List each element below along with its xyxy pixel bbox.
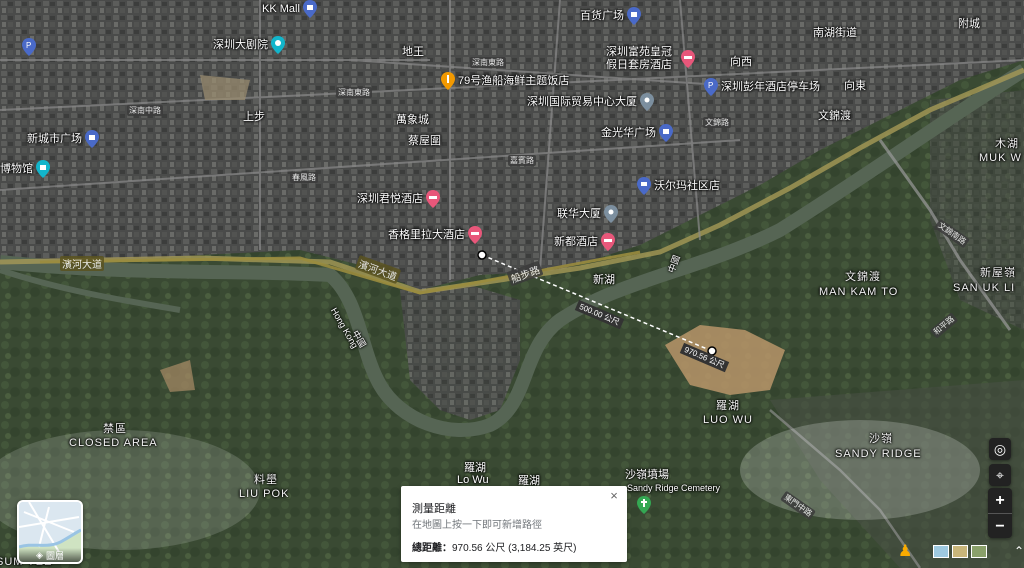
close-icon[interactable]: × <box>607 489 621 503</box>
poi-parking-left[interactable]: P <box>22 38 36 56</box>
place-label: LUO WU <box>703 414 753 426</box>
road-label: 深南東路 <box>336 87 372 98</box>
poi-jinguanghua[interactable]: 金光华广场 <box>601 124 673 142</box>
road-label: 濱河大道 <box>60 256 104 271</box>
zoom-in-button[interactable]: + <box>988 488 1012 513</box>
measure-title: 測量距離 <box>412 503 456 515</box>
measure-distance-panel: 測量距離 在地圖上按一下即可新增路徑 總距離：970.56 公尺 (3,184.… <box>401 486 627 562</box>
svg-text:P: P <box>708 81 713 90</box>
cart-icon <box>637 177 651 195</box>
place-label: 新屋嶺 <box>980 267 1016 279</box>
road-label: 文錦路 <box>703 117 731 128</box>
road-label: 春風路 <box>290 172 318 183</box>
poi-cemetery[interactable]: 沙嶺墳場 <box>625 469 669 481</box>
poi-fuyuan-hotel[interactable]: 深圳富苑皇冠假日套房酒店 <box>606 46 695 72</box>
place-label: Lo Wu <box>457 474 489 486</box>
hotel-icon <box>468 226 482 244</box>
place-label: 附城 <box>958 18 980 30</box>
poi-museum[interactable]: 博物馆 <box>0 160 50 178</box>
parking-icon: P <box>22 38 36 56</box>
poi-shenzhen-theatre[interactable]: 深圳大剧院 <box>213 36 285 54</box>
my-location-icon[interactable]: ⌖ <box>989 464 1011 486</box>
place-label: 南湖街道 <box>813 27 857 39</box>
poi-baihuo[interactable]: 百货广场 <box>580 7 641 25</box>
poi-lianhua[interactable]: 联华大厦 <box>557 205 618 223</box>
place-label: MAN KAM TO <box>819 286 899 298</box>
place-label: 羅湖 <box>464 462 486 474</box>
measure-total-label: 總距離： <box>412 543 452 554</box>
place-label: 文錦渡 <box>818 110 851 122</box>
layers-icon: ◈ <box>36 549 43 560</box>
poi-junyue-hotel[interactable]: 深圳君悦酒店 <box>357 190 440 208</box>
place-label: MUK W <box>979 152 1022 164</box>
poi-shangri-la[interactable]: 香格里拉大酒店 <box>388 226 482 244</box>
place-icon <box>640 93 654 111</box>
measure-total: 總距離：970.56 公尺 (3,184.25 英尺) <box>412 539 577 554</box>
poi-trade-centre[interactable]: 深圳国际贸易中心大厦 <box>527 93 654 111</box>
poi-cemetery-pin[interactable] <box>637 496 651 514</box>
place-label: 向東 <box>844 80 866 92</box>
place-label: 文錦渡 <box>845 271 881 283</box>
svg-text:P: P <box>26 41 31 50</box>
place-label: 蔡屋圍 <box>408 135 441 147</box>
imagery-thumb-3[interactable] <box>971 544 987 558</box>
measure-hint: 在地圖上按一下即可新增路徑 <box>412 520 542 531</box>
place-label: 料壆 <box>254 474 278 486</box>
measure-start-point[interactable] <box>477 250 487 260</box>
cemetery-icon <box>637 496 651 514</box>
imagery-thumb-1[interactable] <box>933 544 950 558</box>
place-label: SAN UK LI <box>953 282 1016 294</box>
hotel-icon <box>426 190 440 208</box>
shopping-icon <box>659 124 673 142</box>
poi-xincheng[interactable]: 新城市广场 <box>27 130 99 148</box>
place-label: 向西 <box>730 56 752 68</box>
place-label: 地王 <box>402 46 424 58</box>
place-label: LIU POK <box>239 488 290 500</box>
poi-seafood-restaurant[interactable]: 79号渔船海鲜主题饭店 <box>441 72 569 90</box>
road-label: 嘉賓路 <box>508 155 536 166</box>
place-label: SANDY RIDGE <box>835 448 922 460</box>
place-label: 羅湖 <box>716 400 740 412</box>
zoom-control: + − <box>988 488 1012 538</box>
place-label: 上步 <box>243 111 265 123</box>
poi-walmart[interactable]: 沃尔玛社区店 <box>637 177 720 195</box>
imagery-thumb-2[interactable] <box>952 544 969 558</box>
road-label: 深南東路 <box>470 57 506 68</box>
zoom-out-button[interactable]: − <box>988 514 1012 539</box>
layers-button[interactable]: ◈ 圖層 <box>17 500 83 564</box>
place-label: 沙嶺 <box>869 433 893 445</box>
poi-cemetery-en[interactable]: Sandy Ridge Cemetery <box>627 482 720 494</box>
museum-icon <box>36 160 50 178</box>
poi-parking[interactable]: P 深圳彭年酒店停车场 <box>704 78 820 96</box>
poi-kk-mall[interactable]: KK Mall <box>262 0 317 18</box>
layers-caption: ◈ 圖層 <box>19 548 81 562</box>
poi-xindu-hotel[interactable]: 新都酒店 <box>554 233 615 251</box>
shopping-icon <box>85 130 99 148</box>
hotel-icon <box>681 50 695 68</box>
theatre-icon <box>271 36 285 54</box>
expand-icon[interactable]: ⌃ <box>1014 544 1024 558</box>
measure-total-value: 970.56 公尺 (3,184.25 英尺) <box>452 543 577 554</box>
pegman-icon[interactable]: ♟ <box>898 541 912 561</box>
place-label: 萬象城 <box>396 114 429 126</box>
hotel-icon <box>601 233 615 251</box>
shopping-bag-icon <box>302 0 317 18</box>
place-label: 禁區 <box>103 423 127 435</box>
bottom-controls: ♟ ⌃ <box>898 540 1024 562</box>
globe-icon[interactable]: ◎ <box>989 438 1011 460</box>
place-label: 木湖 <box>995 138 1019 150</box>
parking-icon: P <box>704 78 718 96</box>
restaurant-icon <box>441 72 455 90</box>
place-label: 新湖 <box>593 274 615 286</box>
shopping-icon <box>627 7 641 25</box>
place-icon <box>604 205 618 223</box>
place-label: CLOSED AREA <box>69 437 158 449</box>
road-label: 深南中路 <box>127 105 163 116</box>
